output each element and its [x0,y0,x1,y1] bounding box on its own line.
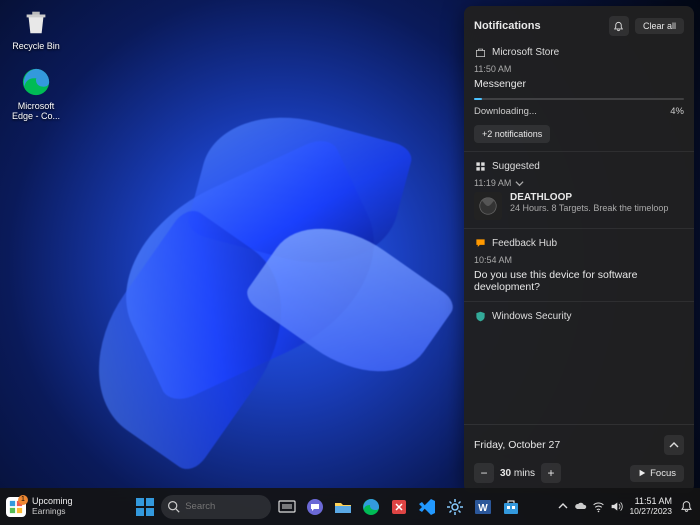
collapse-focus-button[interactable] [664,435,684,455]
game-description: 24 Hours. 8 Targets. Break the timeloop [510,203,668,213]
desktop-icon-label: Microsoft Edge - Co... [6,101,66,121]
search-icon [167,500,180,513]
task-view-button[interactable] [275,495,299,519]
recycle-bin-icon [20,6,52,38]
search-input[interactable] [185,501,255,512]
taskbar-app-store[interactable] [499,495,523,519]
focus-date: Friday, October 27 [474,439,560,451]
increase-minutes-button[interactable]: + [541,463,561,483]
notification-group-feedback[interactable]: Feedback Hub 10:54 AM Do you use this de… [474,237,684,293]
widgets-line1: Upcoming [32,497,73,506]
taskbar-search[interactable] [161,495,271,519]
onedrive-icon [574,500,587,513]
taskbar-app-snip[interactable] [387,495,411,519]
desktop-icon-edge[interactable]: Microsoft Edge - Co... [6,66,66,121]
store-icon [474,46,486,58]
taskbar-app-vscode[interactable] [415,495,439,519]
notification-text: Do you use this device for software deve… [474,269,684,293]
notification-group-suggested[interactable]: Suggested 11:19 AM DEATHLOOP 24 Hours. 8… [474,160,684,220]
download-progress-bar [474,98,684,100]
clear-all-button[interactable]: Clear all [635,18,684,34]
shield-icon [474,310,486,322]
windows-icon [136,498,154,516]
game-title: DEATHLOOP [510,192,668,203]
more-notifications-button[interactable]: +2 notifications [474,125,550,143]
taskbar-app-word[interactable]: W [471,495,495,519]
notification-time: 11:50 AM [474,64,684,74]
do-not-disturb-button[interactable] [609,16,629,36]
desktop-icon-label: Recycle Bin [6,41,66,51]
volume-icon [610,500,623,513]
taskbar: 1 Upcoming Earnings W 11: [0,488,700,525]
start-button[interactable] [133,495,157,519]
notification-app-name: Suggested [492,161,540,172]
download-percent: 4% [670,106,684,117]
notification-title: Messenger [474,78,684,90]
notification-time[interactable]: 11:19 AM [474,178,684,188]
notification-app-name: Windows Security [492,311,571,322]
chevron-down-icon [515,179,524,188]
widgets-line2: Earnings [32,506,73,516]
play-icon [638,469,646,477]
chevron-up-icon [556,500,569,513]
edge-icon [20,66,52,98]
game-thumbnail [474,192,502,220]
taskbar-app-settings[interactable] [443,495,467,519]
notification-app-name: Microsoft Store [492,47,559,58]
chevron-up-icon [669,440,679,450]
notifications-button[interactable] [678,498,694,514]
notifications-panel: Notifications Clear all Microsoft Store … [464,6,694,493]
notification-group-security[interactable]: Windows Security [474,310,684,322]
suggested-icon [474,160,486,172]
focus-button[interactable]: Focus [630,465,684,482]
decrease-minutes-button[interactable]: − [474,463,494,483]
focus-minutes: 30 mins [500,468,535,479]
bell-icon [680,500,693,513]
taskbar-app-chat[interactable] [303,495,327,519]
clock-date: 10/27/2023 [629,507,672,516]
notification-app-name: Feedback Hub [492,238,557,249]
feedback-hub-icon [474,237,486,249]
widgets-icon: 1 [6,497,26,517]
download-status: Downloading... [474,106,537,117]
desktop-icon-recycle-bin[interactable]: Recycle Bin [6,6,66,51]
widgets-badge: 1 [18,495,28,505]
focus-section: Friday, October 27 − 30 mins + Focus [464,424,694,493]
widgets-button[interactable]: 1 Upcoming Earnings [0,497,100,517]
notification-time: 10:54 AM [474,255,684,265]
taskbar-app-explorer[interactable] [331,495,355,519]
notification-group-store[interactable]: Microsoft Store 11:50 AM Messenger Downl… [474,46,684,143]
system-tray[interactable] [556,500,623,513]
notifications-title: Notifications [474,20,603,32]
taskbar-clock[interactable]: 11:51 AM 10/27/2023 [629,497,672,516]
wifi-icon [592,500,605,513]
taskbar-app-edge[interactable] [359,495,383,519]
svg-text:W: W [478,503,488,514]
